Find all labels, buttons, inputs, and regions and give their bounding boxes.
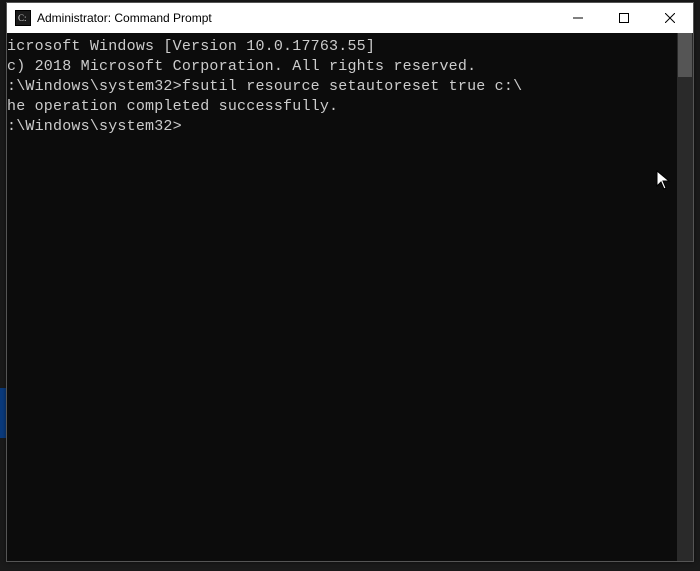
window-controls — [555, 3, 693, 33]
titlebar[interactable]: C: Administrator: Command Prompt — [7, 3, 693, 33]
output-line: he operation completed successfully. — [7, 97, 677, 117]
console-output[interactable]: icrosoft Windows [Version 10.0.17763.55]… — [7, 33, 677, 561]
output-line: c) 2018 Microsoft Corporation. All right… — [7, 57, 677, 77]
output-line: icrosoft Windows [Version 10.0.17763.55] — [7, 37, 677, 57]
window-title: Administrator: Command Prompt — [37, 11, 555, 25]
svg-text:C:: C: — [18, 13, 27, 23]
command-prompt-window: C: Administrator: Command Prompt icrosof… — [6, 2, 694, 562]
prompt-line: :\Windows\system32> — [7, 117, 677, 137]
cmd-icon: C: — [15, 10, 31, 26]
client-area: icrosoft Windows [Version 10.0.17763.55]… — [7, 33, 693, 561]
minimize-button[interactable] — [555, 3, 601, 33]
vertical-scrollbar[interactable] — [677, 33, 693, 561]
output-line: :\Windows\system32>fsutil resource setau… — [7, 77, 677, 97]
close-button[interactable] — [647, 3, 693, 33]
maximize-button[interactable] — [601, 3, 647, 33]
scroll-thumb[interactable] — [678, 33, 692, 77]
